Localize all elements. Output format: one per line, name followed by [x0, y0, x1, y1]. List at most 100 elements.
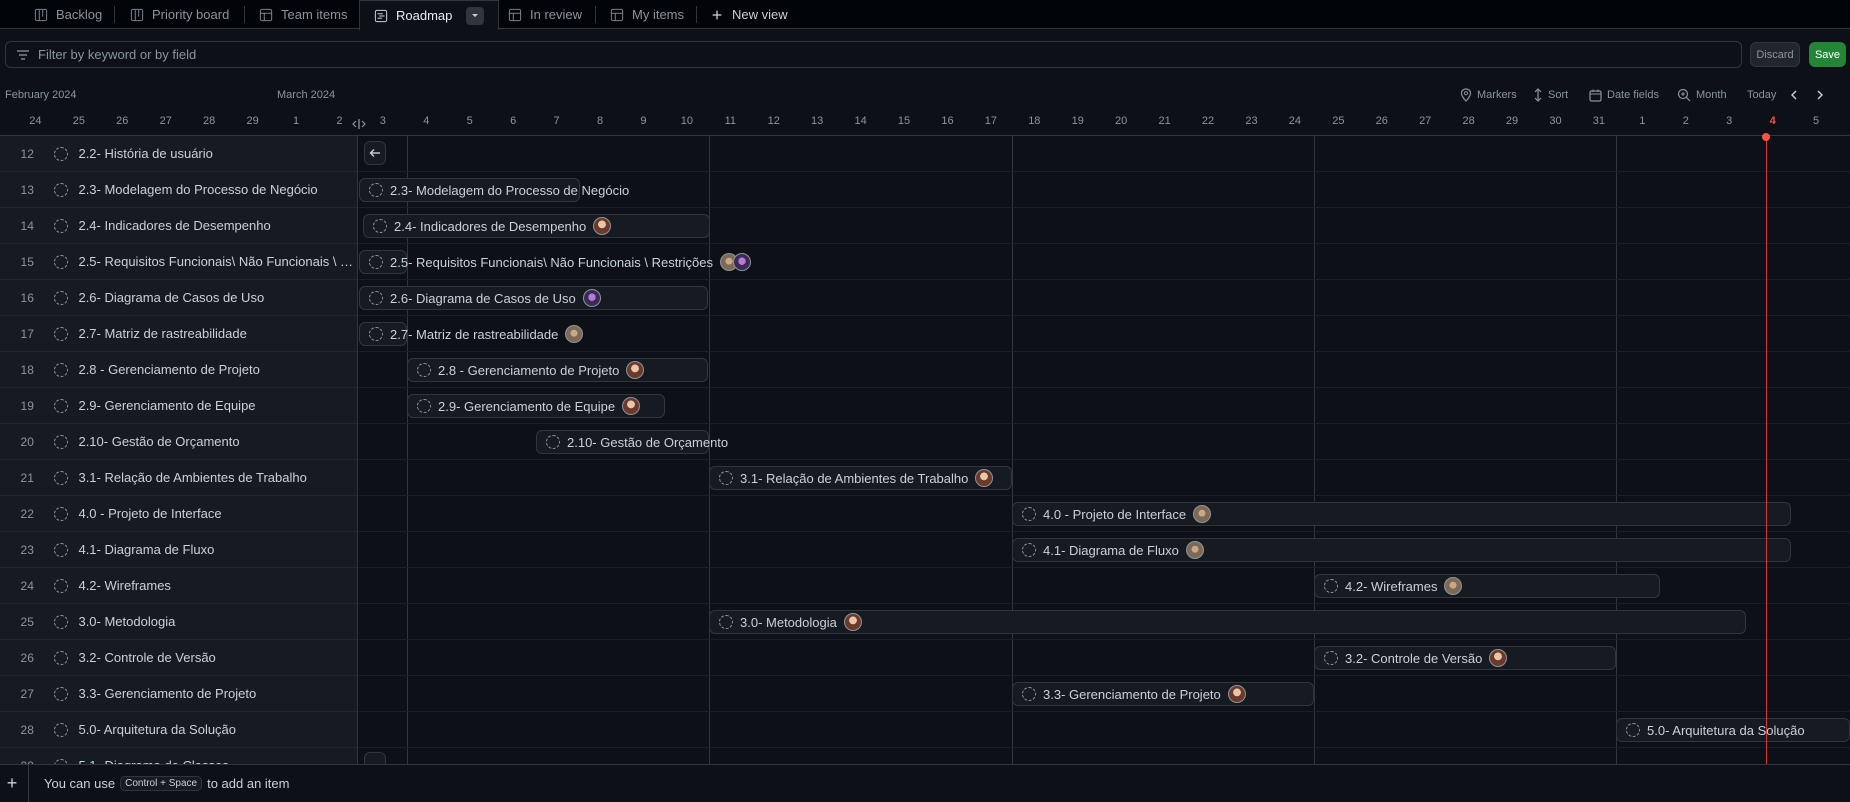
- previous-button[interactable]: [1790, 86, 1798, 104]
- roadmap-bar-label[interactable]: 3.2- Controle de Versão: [1324, 646, 1508, 670]
- assignee-avatar[interactable]: [1227, 685, 1246, 703]
- roadmap-bar-label[interactable]: 2.10- Gestão de Orçamento: [546, 430, 728, 454]
- list-item[interactable]: 19 2.9- Gerenciamento de Equipe: [0, 388, 357, 424]
- row-number: 12: [20, 146, 34, 161]
- add-item-button[interactable]: [364, 752, 386, 764]
- item-title[interactable]: 4.0 - Projeto de Interface: [78, 506, 357, 521]
- new-view-button[interactable]: New view: [710, 0, 788, 29]
- list-item[interactable]: 15 2.5- Requisitos Funcionais\ Não Funcio…: [0, 244, 357, 280]
- list-item[interactable]: 23 4.1- Diagrama de Fluxo: [0, 532, 357, 568]
- markers-button[interactable]: Markers: [1460, 86, 1517, 104]
- item-title[interactable]: 2.5- Requisitos Funcionais\ Não Funciona…: [78, 254, 357, 269]
- day-label: 29: [1505, 115, 1519, 127]
- item-title[interactable]: 2.2- História de usuário: [78, 146, 357, 161]
- view-options-button[interactable]: [466, 6, 485, 25]
- day-label: 26: [116, 115, 129, 127]
- item-title[interactable]: 2.3- Modelagem do Processo de Negócio: [78, 182, 357, 197]
- list-item[interactable]: 28 5.0- Arquitetura da Solução: [0, 712, 357, 748]
- roadmap-bar-label[interactable]: 2.7- Matriz de rastreabilidade: [369, 322, 584, 346]
- assignee-avatar[interactable]: [843, 613, 862, 631]
- row-divider: [359, 711, 1850, 712]
- roadmap-bar-label[interactable]: 2.6- Diagrama de Casos de Uso: [369, 286, 601, 310]
- roadmap-bar-label[interactable]: 3.0- Metodologia: [719, 610, 862, 634]
- item-title[interactable]: 3.2- Controle de Versão: [78, 650, 357, 665]
- assignee-avatar[interactable]: [975, 469, 994, 487]
- assignee-avatar[interactable]: [1185, 541, 1204, 559]
- list-item[interactable]: 295.1- Diagrama de Classes: [0, 748, 357, 764]
- item-title[interactable]: 4.1- Diagrama de Fluxo: [78, 542, 357, 557]
- list-item[interactable]: 20 2.10- Gestão de Orçamento: [0, 424, 357, 460]
- assignee-avatar[interactable]: [1489, 649, 1508, 667]
- item-title[interactable]: 2.9- Gerenciamento de Equipe: [78, 398, 357, 413]
- roadmap-bar-label[interactable]: 2.8 - Gerenciamento de Projeto: [417, 358, 645, 382]
- roadmap-bar-label[interactable]: 4.2- Wireframes: [1324, 574, 1463, 598]
- roadmap-bar-label[interactable]: 2.5- Requisitos Funcionais\ Não Funciona…: [369, 250, 751, 274]
- item-title[interactable]: 3.3- Gerenciamento de Projeto: [78, 686, 357, 701]
- list-item[interactable]: 25 3.0- Metodologia: [0, 604, 357, 640]
- item-title[interactable]: 5.0- Arquitetura da Solução: [78, 722, 357, 737]
- item-title[interactable]: 2.7- Matriz de rastreabilidade: [78, 326, 357, 341]
- roadmap-bar-label[interactable]: 4.1- Diagrama de Fluxo: [1022, 538, 1204, 562]
- list-item[interactable]: 22 4.0 - Projeto de Interface: [0, 496, 357, 532]
- roadmap-bar-label[interactable]: 2.3- Modelagem do Processo de Negócio: [369, 178, 629, 202]
- resize-handle-icon[interactable]: [352, 118, 366, 130]
- assignee-avatar[interactable]: [593, 217, 612, 235]
- tab-in-review[interactable]: In review: [508, 0, 582, 29]
- next-button[interactable]: [1816, 86, 1824, 104]
- roadmap-bar-label[interactable]: 3.3- Gerenciamento de Projeto: [1022, 682, 1246, 706]
- item-title[interactable]: 2.4- Indicadores de Desempenho: [78, 218, 357, 233]
- assignee-avatar[interactable]: [582, 289, 601, 307]
- tab-roadmap[interactable]: Roadmap: [359, 0, 500, 30]
- list-item[interactable]: 27 3.3- Gerenciamento de Projeto: [0, 676, 357, 712]
- tab-backlog[interactable]: Backlog: [34, 0, 102, 29]
- list-item[interactable]: 13 2.3- Modelagem do Processo de Negócio: [0, 172, 357, 208]
- discard-button[interactable]: Discard: [1750, 42, 1800, 67]
- date-fields-button[interactable]: Date fields: [1589, 86, 1659, 104]
- today-button[interactable]: Today: [1747, 86, 1776, 104]
- list-item[interactable]: 12 2.2- História de usuário: [0, 136, 357, 172]
- assignee-avatar[interactable]: [622, 397, 641, 415]
- roadmap-bar-label[interactable]: 3.1- Relação de Ambientes de Trabalho: [719, 466, 994, 490]
- roadmap-bar[interactable]: [709, 610, 1746, 634]
- list-item[interactable]: 24 4.2- Wireframes: [0, 568, 357, 604]
- bar-title: 4.0 - Projeto de Interface: [1043, 506, 1187, 522]
- tab-my-items[interactable]: My items: [610, 0, 684, 29]
- roadmap-bar-label[interactable]: 2.9- Gerenciamento de Equipe: [417, 394, 641, 418]
- item-title[interactable]: 4.2- Wireframes: [78, 578, 357, 593]
- list-item[interactable]: 14 2.4- Indicadores de Desempenho: [0, 208, 357, 244]
- item-title[interactable]: 2.8 - Gerenciamento de Projeto: [78, 362, 357, 377]
- zoom-label: Month: [1696, 89, 1727, 101]
- sort-button[interactable]: Sort: [1533, 86, 1568, 104]
- save-button[interactable]: Save: [1809, 42, 1846, 67]
- month-label: March 2024: [277, 89, 336, 101]
- list-item[interactable]: 18 2.8 - Gerenciamento de Projeto: [0, 352, 357, 388]
- item-title[interactable]: 3.1- Relação de Ambientes de Trabalho: [78, 470, 357, 485]
- roadmap-icon: [374, 9, 388, 22]
- item-title[interactable]: 2.6- Diagrama de Casos de Uso: [78, 290, 357, 305]
- roadmap-bar-label[interactable]: 4.0 - Projeto de Interface: [1022, 502, 1212, 526]
- assignee-avatar[interactable]: [1444, 577, 1463, 595]
- draft-status-icon: [369, 183, 383, 197]
- item-title[interactable]: 3.0- Metodologia: [78, 614, 357, 629]
- assignee-avatar[interactable]: [732, 253, 751, 271]
- plus-icon[interactable]: +: [0, 773, 24, 794]
- list-item[interactable]: 17 2.7- Matriz de rastreabilidade: [0, 316, 357, 352]
- assignee-avatar[interactable]: [626, 361, 645, 379]
- roadmap-bar-label[interactable]: 5.0- Arquitetura da Solução: [1626, 718, 1805, 742]
- item-title[interactable]: 2.10- Gestão de Orçamento: [78, 434, 357, 449]
- list-item[interactable]: 21 3.1- Relação de Ambientes de Trabalho: [0, 460, 357, 496]
- collapse-button[interactable]: [364, 141, 386, 165]
- filter-input[interactable]: Filter by keyword or by field: [5, 41, 1742, 68]
- assignee-avatar[interactable]: [1193, 505, 1212, 523]
- list-item[interactable]: 26 3.2- Controle de Versão: [0, 640, 357, 676]
- add-item-footer[interactable]: + You can use Control + Space to add an …: [0, 764, 1850, 802]
- draft-status-icon: [1022, 687, 1036, 701]
- tab-priority-board[interactable]: Priority board: [130, 0, 229, 29]
- list-item[interactable]: 16 2.6- Diagrama de Casos de Uso: [0, 280, 357, 316]
- zoom-button[interactable]: Month: [1677, 86, 1727, 104]
- draft-status-icon: [1022, 507, 1036, 521]
- tab-team-items[interactable]: Team items: [259, 0, 347, 29]
- roadmap-bar-label[interactable]: 2.4- Indicadores de Desempenho: [373, 214, 612, 238]
- assignee-avatar[interactable]: [565, 325, 584, 343]
- day-label: 25: [1332, 115, 1345, 127]
